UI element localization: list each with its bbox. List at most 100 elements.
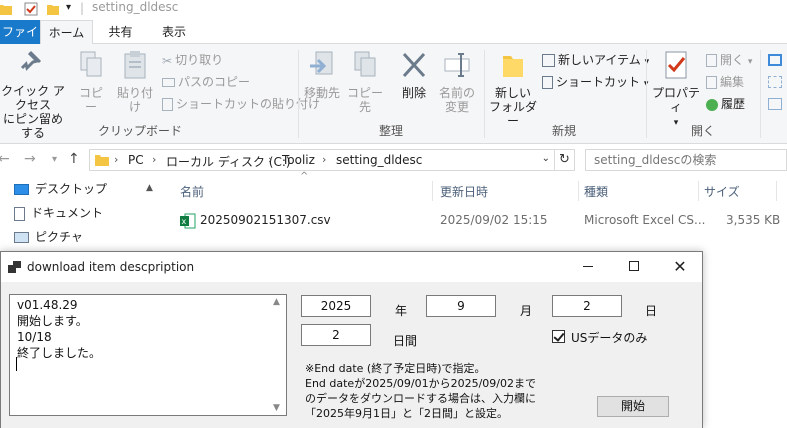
pin-icon [20,50,42,71]
folder-icon [0,5,12,15]
us-only-label[interactable]: USデータのみ [571,329,647,346]
maximize-button[interactable] [619,256,649,278]
breadcrumb-tooliz[interactable]: Tooliz [282,153,315,167]
address-bar[interactable]: › PC › ローカル ディスク (C:) › Tooliz › setting… [89,149,555,171]
folder-icon [95,155,109,166]
new-folder-icon[interactable] [46,2,60,16]
nav-scroll-up-icon[interactable]: ▲ [146,183,153,193]
maximize-icon [629,261,639,271]
copy-path-icon [162,78,175,87]
ribbon: クイック アクセス にピン留めする コピー 貼り付け ✂ 切り取り パスのコピー … [0,44,787,144]
nav-item-label: ドキュメント [31,206,104,220]
scroll-down-icon[interactable]: ▼ [273,403,280,413]
open-icon [706,54,717,67]
properties-button[interactable]: プロパティ ▾ [650,50,702,130]
title-divider: | [80,1,85,15]
copy-path-label: パスのコピー [178,75,251,89]
move-to-button[interactable]: 移動先 [302,50,342,100]
pin-quick-access-button[interactable]: クイック アクセス にピン留めする [0,50,68,140]
note-line: 「2025年9月1日」と「2日間」と設定。 [305,407,508,420]
delete-label: 削除 [401,86,426,100]
refresh-icon: ↻ [559,152,570,167]
new-folder-button[interactable]: 新しい フォルダー [488,50,538,128]
scroll-up-icon[interactable]: ▲ [273,297,280,307]
paste-icon [124,51,146,79]
new-item-button[interactable]: 新しいアイテム ▾ [542,50,649,70]
start-button[interactable]: 開始 [597,396,669,417]
log-scrollbar[interactable]: ▲ ▼ [270,295,286,415]
day-input[interactable]: 2 [552,295,622,317]
minimize-button[interactable] [573,256,603,278]
rename-button[interactable]: 名前の 変更 [436,50,478,114]
nav-item-desktop[interactable]: デスクトップ [14,178,107,200]
move-to-icon [310,51,333,75]
new-item-icon [542,54,555,67]
nav-item-pictures[interactable]: ピクチャ [14,226,83,248]
address-dropdown-icon[interactable]: ⌄ [542,153,550,164]
column-header-type[interactable]: 種類 [584,183,608,200]
navigation-pane: ▲ デスクトップ ドキュメント ピクチャ [0,175,160,255]
day-label: 日 [645,304,658,318]
paste-shortcut-button[interactable]: ショートカットの貼り付け [162,94,320,114]
properties-checkbox-icon[interactable] [24,2,38,16]
select-none-icon[interactable] [768,76,782,88]
us-only-checkbox[interactable] [552,330,565,343]
delete-button[interactable]: 削除 [396,50,432,100]
dialog-title: download item descpription [27,260,195,274]
tab-view[interactable]: 表示 [148,20,200,44]
desktop-icon [14,184,29,195]
nav-item-label: ピクチャ [35,230,83,244]
cut-button[interactable]: ✂ 切り取り [162,50,223,70]
history-button[interactable]: 履歴 [706,94,745,114]
tab-file[interactable]: ファイル [0,20,40,63]
log-line: 10/18 [17,330,52,344]
breadcrumb-pc[interactable]: PC [128,153,144,167]
close-button[interactable]: ✕ [665,256,695,278]
new-folder-icon [503,56,523,77]
copy-to-button[interactable]: コピー先 [344,50,386,114]
invert-selection-icon[interactable] [768,98,782,110]
column-divider [578,181,579,201]
column-header-size[interactable]: サイズ [704,183,740,200]
back-arrow-icon[interactable]: ← [0,151,10,167]
copy-path-button[interactable]: パスのコピー [162,72,250,92]
nav-item-documents[interactable]: ドキュメント [14,202,103,224]
search-input[interactable]: setting_dldescの検索 [585,149,787,171]
pin-label-1: クイック アクセス [1,84,65,112]
column-header-modified[interactable]: 更新日時 [440,183,488,200]
file-type: Microsoft Excel CS... [584,213,706,227]
picture-icon [14,232,29,243]
cut-label: 切り取り [175,53,224,67]
days-input[interactable]: 2 [301,324,371,346]
tab-home[interactable]: ホーム [40,20,93,45]
copy-icon [80,51,102,77]
year-input[interactable]: 2025 [301,295,371,317]
forward-arrow-icon[interactable]: → [24,151,36,167]
scissors-icon: ✂ [162,53,173,68]
copy-button[interactable]: コピー [74,50,108,114]
pin-label-2: にピン留めする [2,112,63,140]
window-title: setting_dldesc [92,0,179,14]
ribbon-separator [646,50,647,138]
svg-text:x: x [182,217,187,226]
clipboard-group-label: クリップボード [97,124,182,138]
shortcut-button[interactable]: ショートカット ▾ [542,72,648,92]
open-button[interactable]: 開く ▾ [706,50,752,70]
month-input[interactable]: 9 [426,295,496,317]
recent-dropdown-icon[interactable]: ▾ [52,154,57,165]
column-header-name[interactable]: 名前 [180,183,204,200]
quick-access-dropdown[interactable]: ▾ [66,2,71,13]
select-all-icon[interactable] [768,54,782,66]
edit-button[interactable]: 編集 [706,72,744,92]
days-label: 日間 [393,334,418,348]
log-textarea[interactable]: v01.48.29 開始します。 10/18 終了しました。 ▲ ▼ [9,294,287,416]
breadcrumb-setting-dldesc[interactable]: setting_dldesc [336,153,422,167]
up-arrow-icon[interactable]: ↑ [68,151,80,167]
dialog-titlebar[interactable]: download item descpription ✕ [1,252,702,282]
refresh-button[interactable]: ↻ [555,149,575,171]
sort-ascending-icon: ^ [300,171,309,182]
paste-button[interactable]: 貼り付け [112,50,158,114]
note-line: ※End date (終了予定日時)で指定。 [305,362,486,375]
log-line: v01.48.29 [17,298,78,312]
tab-share[interactable]: 共有 [93,20,148,44]
